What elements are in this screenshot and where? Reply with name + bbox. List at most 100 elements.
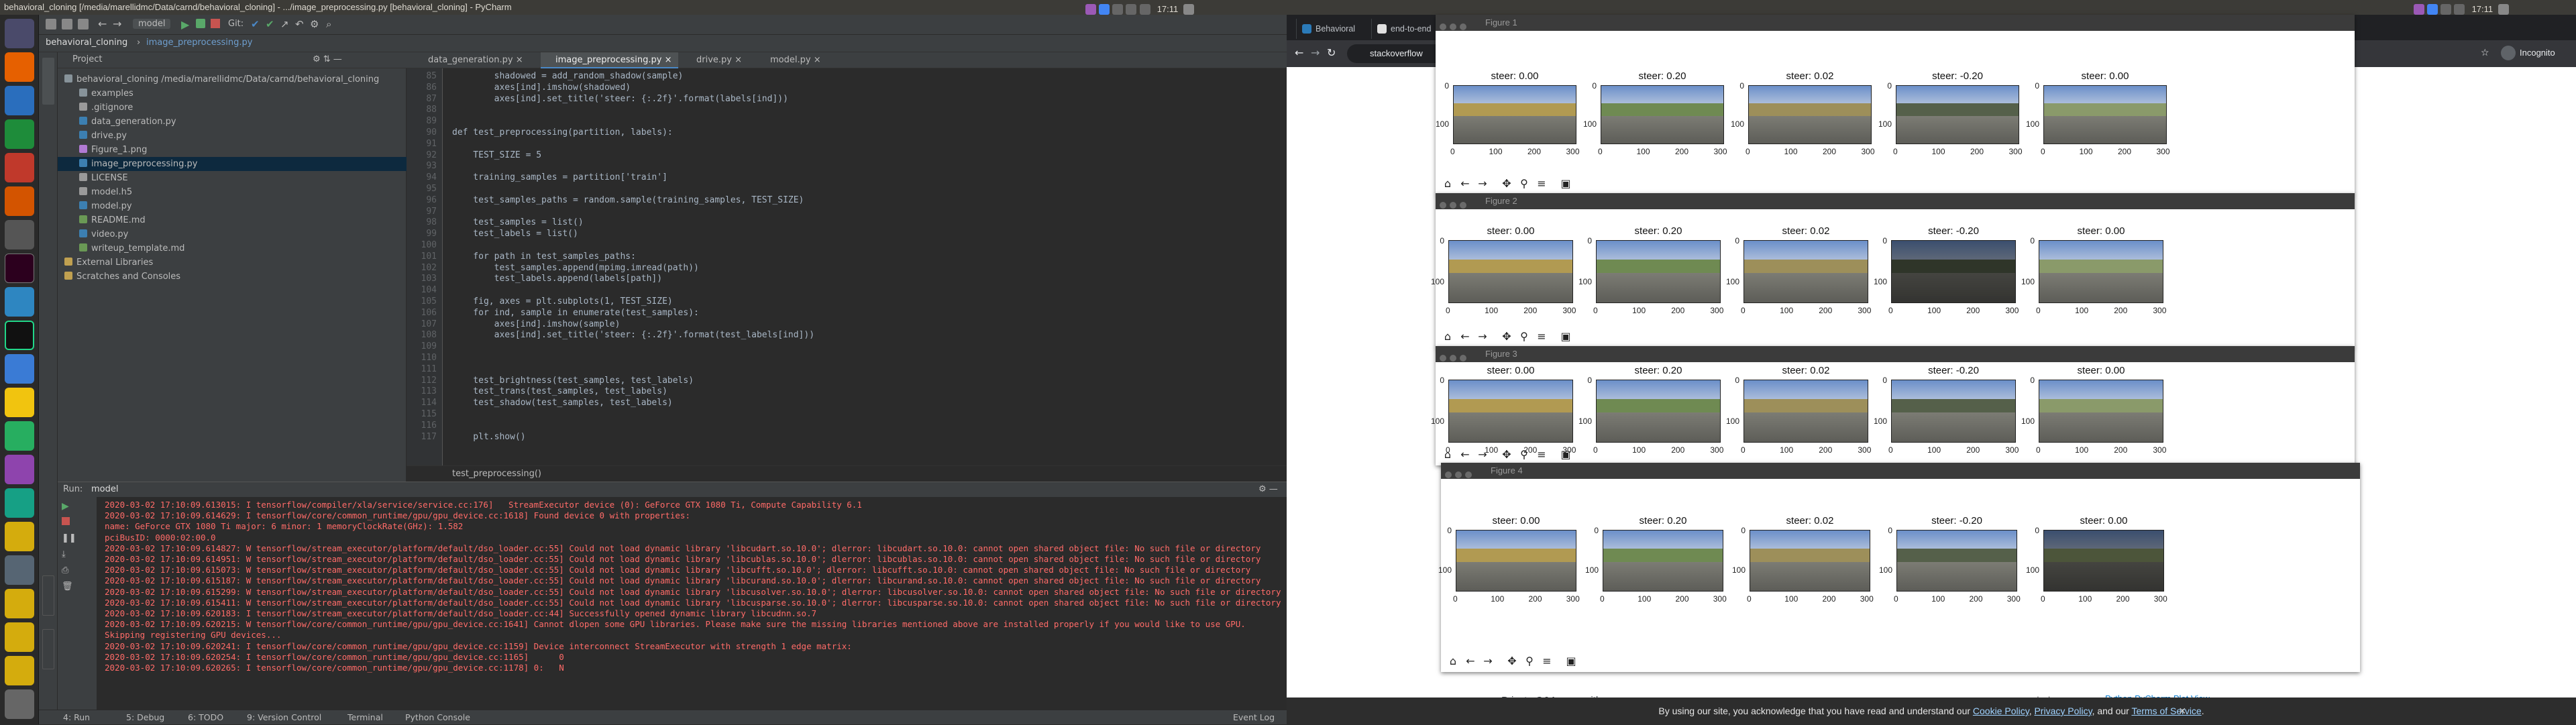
maximize-icon[interactable] bbox=[1460, 23, 1466, 30]
zoom-icon[interactable]: ⚲ bbox=[1517, 448, 1531, 461]
panel-gear-icon-2[interactable]: ⚙ — bbox=[1258, 482, 1278, 497]
zoom-icon[interactable]: ⚲ bbox=[1523, 655, 1536, 668]
minimize-icon[interactable] bbox=[1450, 355, 1456, 361]
bottom-tab-run[interactable]: 4: Run bbox=[63, 710, 90, 725]
terms-link[interactable]: Terms of Service bbox=[2131, 706, 2201, 716]
power-icon-2[interactable] bbox=[2498, 4, 2510, 15]
libreoffice-calc-icon[interactable] bbox=[5, 119, 34, 149]
bottom-tab-todo[interactable]: 6: TODO bbox=[188, 710, 223, 725]
reload-icon[interactable]: ↻ bbox=[1327, 46, 1336, 59]
save-figure-icon[interactable]: ▣ bbox=[1559, 177, 1572, 190]
maximize-icon[interactable] bbox=[1465, 471, 1472, 478]
git-update-icon[interactable]: ✔ bbox=[251, 18, 260, 30]
save-figure-icon[interactable]: ▣ bbox=[1559, 330, 1572, 343]
incognito-icon[interactable] bbox=[2501, 46, 2516, 60]
tree-item[interactable]: Figure_1.png bbox=[58, 143, 407, 157]
figure-titlebar[interactable]: Figure 2 bbox=[1436, 193, 2355, 209]
chrome-tray-icon-2[interactable] bbox=[2427, 4, 2438, 15]
tree-item[interactable]: image_preprocessing.py bbox=[58, 157, 407, 171]
bottom-tab-python-console[interactable]: Python Console bbox=[405, 710, 470, 725]
save-figure-icon[interactable]: ▣ bbox=[1564, 655, 1578, 668]
structure-tool-button[interactable] bbox=[42, 575, 54, 616]
software-center-icon[interactable] bbox=[5, 186, 34, 216]
volume-icon-2[interactable] bbox=[2454, 4, 2465, 15]
clock-left[interactable]: 17:11 bbox=[1157, 4, 1179, 14]
git-history-icon[interactable]: ↗ bbox=[280, 18, 289, 30]
figure-titlebar[interactable]: Figure 3 bbox=[1436, 346, 2355, 362]
configure-icon[interactable]: ≡ bbox=[1540, 655, 1554, 668]
run-icon[interactable]: ▶ bbox=[181, 18, 189, 31]
settings-icon[interactable] bbox=[5, 220, 34, 249]
minimize-icon[interactable] bbox=[1455, 471, 1462, 478]
home-icon[interactable]: ⌂ bbox=[1441, 448, 1454, 461]
close-icon[interactable] bbox=[1440, 355, 1446, 361]
forward-icon[interactable]: → bbox=[1476, 177, 1489, 190]
git-revert-icon[interactable]: ↶ bbox=[295, 18, 304, 30]
bottom-tab-vcs[interactable]: 9: Version Control bbox=[247, 710, 321, 725]
bottom-tab-debug[interactable]: 5: Debug bbox=[126, 710, 164, 725]
home-icon[interactable]: ⌂ bbox=[1441, 330, 1454, 343]
tab-data-generation[interactable]: data_generation.py × bbox=[413, 52, 530, 68]
forward-icon[interactable]: → bbox=[113, 17, 121, 30]
tree-item[interactable]: .gitignore bbox=[58, 101, 407, 115]
pan-icon[interactable]: ✥ bbox=[1505, 655, 1519, 668]
cookie-close-icon[interactable]: × bbox=[2179, 698, 2186, 724]
libreoffice-impress-icon[interactable] bbox=[5, 153, 34, 182]
favorites-tool-button[interactable] bbox=[42, 629, 54, 669]
bottom-tab-terminal[interactable]: Terminal bbox=[347, 710, 383, 725]
pan-icon[interactable]: ✥ bbox=[1500, 177, 1513, 190]
star-icon[interactable]: ☆ bbox=[2481, 48, 2489, 58]
panel-gear-icon[interactable]: ⚙ ⇅ — bbox=[313, 54, 342, 64]
pycharm-icon[interactable] bbox=[5, 321, 34, 350]
terminal-icon[interactable] bbox=[5, 254, 34, 283]
forward-icon[interactable]: → bbox=[1476, 448, 1489, 461]
debug-icon[interactable] bbox=[196, 19, 205, 28]
back-icon[interactable]: ← bbox=[1464, 655, 1477, 668]
chrome-icon[interactable] bbox=[5, 287, 34, 317]
app-icon-6[interactable] bbox=[5, 589, 34, 618]
breadcrumb-file[interactable]: image_preprocessing.py bbox=[146, 38, 252, 48]
app-icon-4[interactable] bbox=[5, 522, 34, 551]
tree-item[interactable]: data_generation.py bbox=[58, 115, 407, 129]
close-icon[interactable] bbox=[1445, 471, 1452, 478]
git-commit-icon[interactable]: ✔ bbox=[266, 18, 274, 30]
tab-model[interactable]: model.py × bbox=[755, 52, 828, 68]
code-editor[interactable]: shadowed = add_random_shadow(sample) axe… bbox=[407, 68, 1287, 465]
appearance-icon[interactable] bbox=[5, 354, 34, 384]
tree-item[interactable]: Scratches and Consoles bbox=[58, 270, 407, 284]
tree-item[interactable]: model.py bbox=[58, 199, 407, 213]
indicator-icon[interactable] bbox=[1085, 4, 1096, 15]
home-icon[interactable]: ⌂ bbox=[1446, 655, 1460, 668]
tree-item[interactable]: drive.py bbox=[58, 129, 407, 143]
forward-icon[interactable]: → bbox=[1481, 655, 1495, 668]
maximize-icon[interactable] bbox=[1460, 355, 1466, 361]
project-tool-button[interactable] bbox=[42, 58, 54, 105]
tree-item[interactable]: LICENSE bbox=[58, 171, 407, 185]
forward-icon[interactable]: → bbox=[1476, 330, 1489, 343]
save-icon[interactable] bbox=[62, 19, 72, 30]
close-icon[interactable] bbox=[1440, 23, 1446, 30]
sync-icon[interactable] bbox=[78, 19, 89, 30]
run-console-output[interactable]: 2020-03-02 17:10:09.613015: I tensorflow… bbox=[58, 497, 1287, 710]
clock-right[interactable]: 17:11 bbox=[2472, 4, 2493, 14]
open-icon[interactable] bbox=[46, 19, 56, 30]
files-icon[interactable] bbox=[5, 19, 34, 48]
tree-item[interactable]: README.md bbox=[58, 213, 407, 227]
zoom-icon[interactable]: ⚲ bbox=[1517, 177, 1531, 190]
app-icon[interactable] bbox=[5, 421, 34, 451]
figure-titlebar[interactable]: Figure 4 bbox=[1441, 463, 2360, 479]
app-icon-3[interactable] bbox=[5, 488, 34, 518]
configure-icon[interactable]: ≡ bbox=[1535, 177, 1548, 190]
maximize-icon[interactable] bbox=[1460, 202, 1466, 209]
minimize-icon[interactable] bbox=[1450, 202, 1456, 209]
volume-icon[interactable] bbox=[1139, 4, 1150, 15]
breadcrumb-project[interactable]: behavioral_cloning bbox=[46, 38, 127, 48]
chrome-tray-icon[interactable] bbox=[1099, 4, 1110, 15]
cookie-policy-link[interactable]: Cookie Policy bbox=[1973, 706, 2029, 716]
app-icon-5[interactable] bbox=[5, 555, 34, 585]
event-log-button[interactable]: Event Log bbox=[1233, 710, 1275, 725]
tree-item[interactable]: behavioral_cloning /media/marellidmc/Dat… bbox=[58, 72, 407, 87]
run-config-tab[interactable]: model bbox=[91, 482, 118, 497]
wifi-icon-2[interactable] bbox=[2440, 4, 2452, 15]
photo-icon[interactable] bbox=[5, 388, 34, 417]
